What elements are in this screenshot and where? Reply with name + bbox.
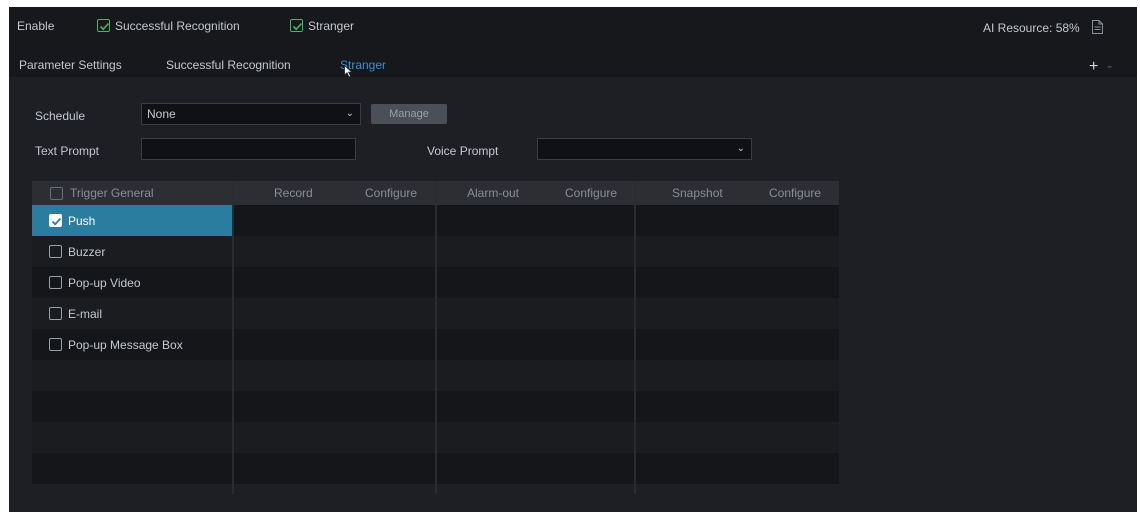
voice-prompt-label: Voice Prompt xyxy=(427,144,499,158)
successful-recognition-label: Successful Recognition xyxy=(115,19,240,33)
table-row xyxy=(437,267,634,298)
empty-row xyxy=(32,360,232,391)
table-row xyxy=(437,236,634,267)
table-row xyxy=(636,205,839,236)
list-item-label: Buzzer xyxy=(68,245,106,259)
check-icon xyxy=(292,22,303,31)
list-item-label: E-mail xyxy=(68,307,103,321)
table-row xyxy=(234,267,435,298)
table-row xyxy=(437,329,634,360)
text-prompt-input[interactable] xyxy=(141,138,356,160)
table-row xyxy=(636,267,839,298)
snapshot-header: Snapshot Configure xyxy=(636,181,839,205)
buzzer-checkbox[interactable] xyxy=(49,245,62,258)
ai-resource-text: AI Resource: 58% xyxy=(983,21,1080,35)
check-icon xyxy=(99,22,110,31)
table-row xyxy=(234,205,435,236)
table-row xyxy=(636,360,839,391)
table-row xyxy=(234,236,435,267)
table-row xyxy=(437,298,634,329)
table-row xyxy=(234,360,435,391)
chevron-down-icon: ⌄ xyxy=(736,143,745,154)
chevron-down-icon: ⌄ xyxy=(345,108,354,119)
table-row xyxy=(636,453,839,484)
record-title: Record xyxy=(274,186,313,200)
empty-row xyxy=(32,453,232,484)
manage-button[interactable]: Manage xyxy=(371,104,447,124)
text-prompt-label: Text Prompt xyxy=(35,144,100,158)
empty-row xyxy=(32,422,232,453)
document-icon[interactable] xyxy=(1092,20,1103,34)
remove-icon[interactable]: - xyxy=(1107,59,1112,75)
add-icon[interactable]: + xyxy=(1089,59,1098,75)
list-item-label: Push xyxy=(68,214,96,228)
check-icon xyxy=(51,217,62,226)
successful-recognition-checkbox[interactable] xyxy=(97,19,110,32)
empty-row xyxy=(32,391,232,422)
table-row xyxy=(636,391,839,422)
list-item-email[interactable]: E-mail xyxy=(32,298,232,329)
alarm-out-configure-button[interactable]: Configure xyxy=(565,186,617,200)
schedule-label: Schedule xyxy=(35,109,86,123)
table-row xyxy=(234,298,435,329)
table-row xyxy=(437,391,634,422)
list-item-push[interactable]: Push xyxy=(32,205,232,236)
table-row xyxy=(437,422,634,453)
list-item-popup-video[interactable]: Pop-up Video xyxy=(32,267,232,298)
record-configure-button[interactable]: Configure xyxy=(365,186,417,200)
schedule-value: None xyxy=(147,107,176,121)
list-item-popup-message-box[interactable]: Pop-up Message Box xyxy=(32,329,232,360)
trigger-header-label: Trigger General xyxy=(70,186,154,200)
trigger-all-checkbox[interactable] xyxy=(50,187,63,200)
table-row xyxy=(636,236,839,267)
table-row xyxy=(636,329,839,360)
tab-parameter-settings[interactable]: Parameter Settings xyxy=(19,58,122,72)
schedule-select[interactable]: None ⌄ xyxy=(141,103,361,125)
table-row xyxy=(234,329,435,360)
snapshot-panel: Snapshot Configure xyxy=(636,181,839,494)
alarm-out-header: Alarm-out Configure xyxy=(437,181,634,205)
table-row xyxy=(234,391,435,422)
popup-video-checkbox[interactable] xyxy=(49,276,62,289)
list-item-label: Pop-up Message Box xyxy=(68,338,183,352)
table-row xyxy=(437,453,634,484)
main-panel: Enable Successful Recognition Stranger A… xyxy=(9,7,1137,512)
record-header: Record Configure xyxy=(234,181,435,205)
table-row xyxy=(636,298,839,329)
push-checkbox[interactable] xyxy=(49,214,62,227)
enable-label: Enable xyxy=(17,19,55,33)
email-checkbox[interactable] xyxy=(49,307,62,320)
record-panel: Record Configure xyxy=(234,181,435,494)
alarm-out-panel: Alarm-out Configure xyxy=(437,181,634,494)
stranger-label: Stranger xyxy=(308,19,355,33)
table-row xyxy=(234,422,435,453)
snapshot-configure-button[interactable]: Configure xyxy=(769,186,821,200)
table-row xyxy=(234,453,435,484)
top-bar: Enable Successful Recognition Stranger A… xyxy=(9,7,1137,78)
alarm-out-title: Alarm-out xyxy=(467,186,520,200)
table-row xyxy=(437,360,634,391)
mouse-cursor-icon xyxy=(344,65,353,78)
trigger-list: Trigger General Push Buzzer Pop-up Video… xyxy=(32,181,232,494)
list-item-buzzer[interactable]: Buzzer xyxy=(32,236,232,267)
voice-prompt-select[interactable]: ⌄ xyxy=(537,138,752,160)
table-row xyxy=(636,422,839,453)
popup-message-box-checkbox[interactable] xyxy=(49,338,62,351)
table-row xyxy=(437,205,634,236)
snapshot-title: Snapshot xyxy=(672,186,723,200)
stranger-checkbox[interactable] xyxy=(290,19,303,32)
tab-successful-recognition[interactable]: Successful Recognition xyxy=(166,58,291,72)
trigger-header: Trigger General xyxy=(32,181,232,205)
list-item-label: Pop-up Video xyxy=(68,276,141,290)
